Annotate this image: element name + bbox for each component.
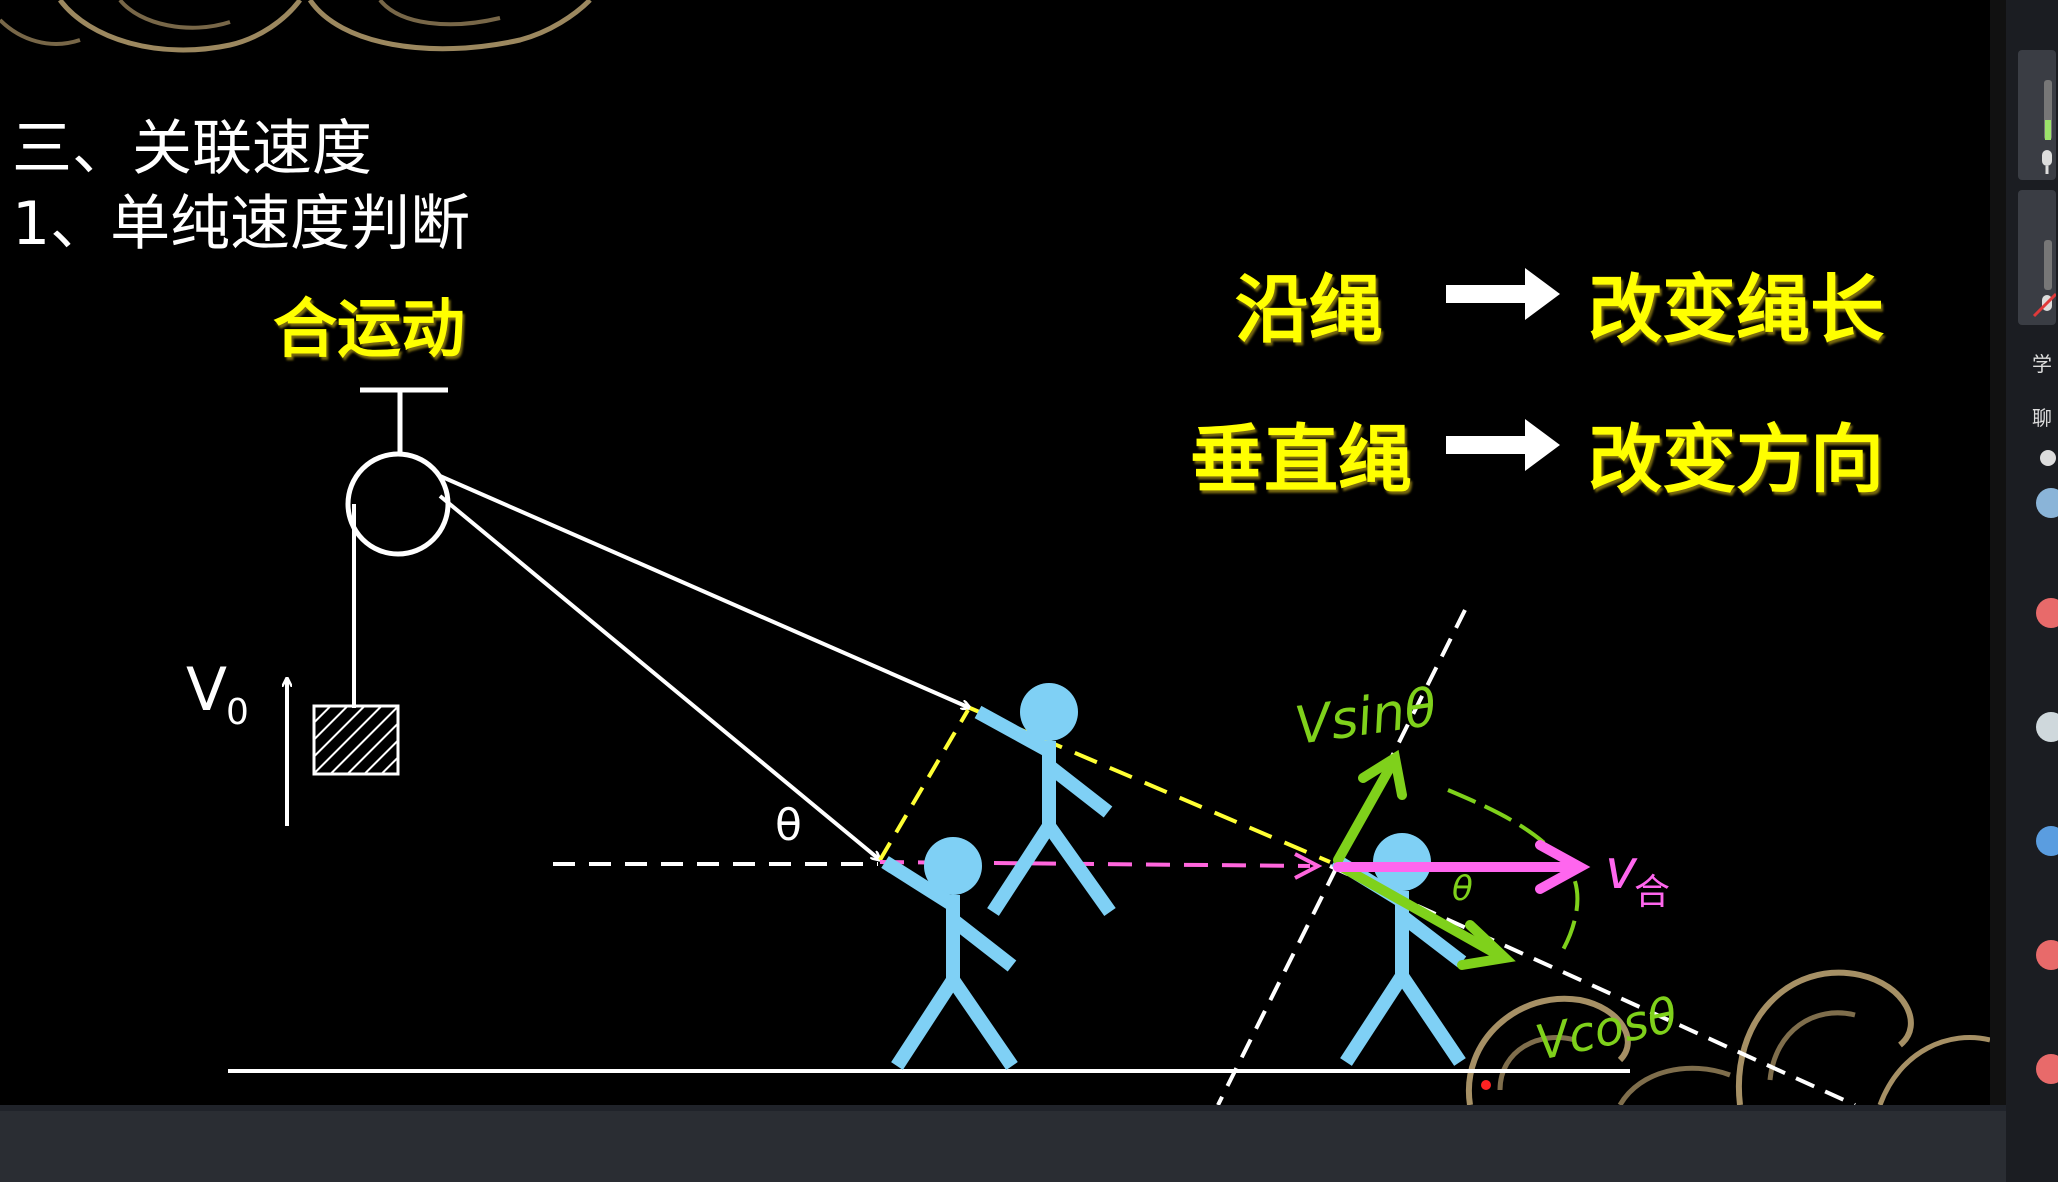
annot-theta-small: θ	[1452, 869, 1473, 909]
rule-1-right: 改变绳长	[1588, 267, 1884, 353]
toolbar-top-edge	[0, 1105, 2006, 1111]
slide-panel-divider	[1990, 0, 2006, 1105]
meeting-bottom-toolbar	[0, 1105, 2006, 1182]
participant-avatar-4[interactable]	[2036, 712, 2058, 742]
participant-avatar-7[interactable]	[2036, 1054, 2058, 1084]
laser-pointer-dot	[1481, 1080, 1491, 1090]
v0-label: V	[186, 655, 227, 725]
person-figure-1	[881, 837, 1018, 1070]
rule-1-left: 沿绳	[1235, 267, 1383, 353]
wave-ornament-top	[0, 0, 592, 53]
participant-avatar-6[interactable]	[2036, 940, 2058, 970]
participant-avatar-2[interactable]	[2036, 488, 2058, 518]
participant-avatar-3[interactable]	[2036, 598, 2058, 628]
mic-muted-icon	[2032, 240, 2058, 318]
slide-subheading: 1、单纯速度判断	[12, 189, 471, 259]
v0-subscript: 0	[226, 692, 249, 733]
participant-avatar-5[interactable]	[2036, 826, 2058, 856]
mic-icon	[2042, 80, 2052, 174]
annot-vsin: Vsinθ	[1291, 678, 1440, 757]
mic-level-widget-2[interactable]	[2018, 190, 2058, 325]
hanging-weight	[312, 704, 400, 776]
theta-label: θ	[775, 800, 802, 851]
slide-canvas: V 0 θ v 合 Vsinθ Vcosθ θ 三、关联速度 1、单纯速度判断 …	[0, 0, 1990, 1105]
side-panel-label-1[interactable]: 学	[2032, 348, 2052, 377]
rule-arrow-2	[1446, 419, 1560, 471]
pulley-wheel	[345, 451, 451, 557]
participant-avatar-1[interactable]	[2040, 450, 2056, 466]
slide-heading: 三、关联速度	[12, 114, 372, 184]
rule-2-right: 改变方向	[1588, 417, 1884, 503]
rule-2-left: 垂直绳	[1190, 417, 1412, 503]
rope-to-person-upper	[439, 474, 970, 708]
mic-level-widget-1[interactable]	[2018, 50, 2056, 180]
rule-arrow-1	[1446, 268, 1560, 320]
side-panel-label-2[interactable]: 聊	[2032, 402, 2052, 431]
person-figure-2	[974, 683, 1116, 917]
vhe-subscript: 合	[1634, 872, 1670, 913]
label-combined-motion: 合运动	[273, 293, 465, 367]
rope-to-person-lower	[438, 494, 880, 860]
